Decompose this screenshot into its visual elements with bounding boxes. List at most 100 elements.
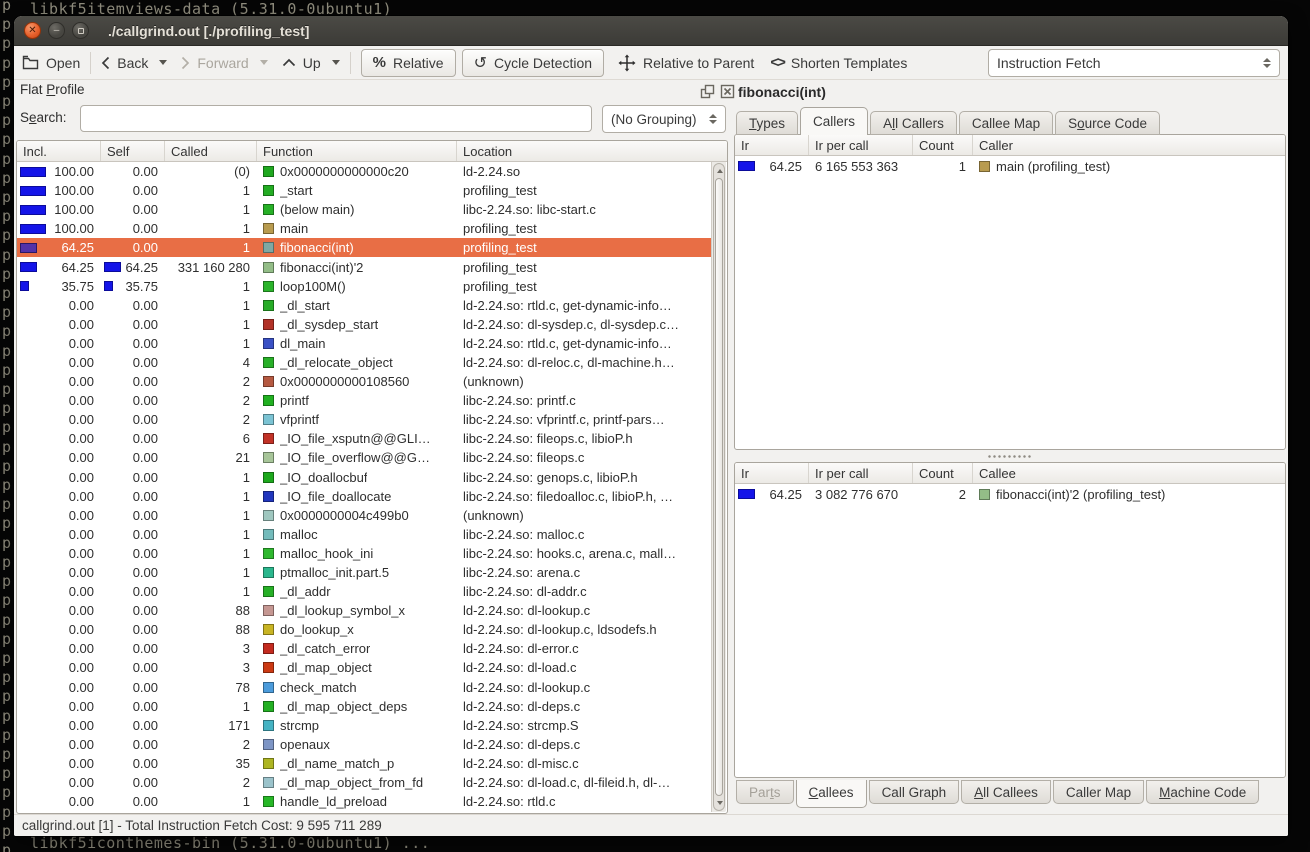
table-row[interactable]: 0.000.002_dl_map_object_from_fdld-2.24.s… <box>17 773 711 792</box>
table-row[interactable]: 100.000.00(0)0x0000000000000c20ld-2.24.s… <box>17 162 711 181</box>
window-maximize-button[interactable] <box>72 22 89 39</box>
table-row[interactable]: 0.000.003_dl_map_objectld-2.24.so: dl-lo… <box>17 658 711 677</box>
column-header-ir[interactable]: Ir <box>735 463 809 483</box>
column-header-called[interactable]: Called <box>165 141 257 161</box>
function-color-icon <box>263 662 274 673</box>
tab-callers[interactable]: Callers <box>800 107 868 135</box>
relative-toggle-button[interactable]: % Relative <box>361 49 456 77</box>
function-color-icon <box>263 433 274 444</box>
table-row[interactable]: 64.2564.25331 160 280fibonacci(int)'2pro… <box>17 257 711 276</box>
table-row[interactable]: 64.250.001fibonacci(int)profiling_test <box>17 238 711 257</box>
table-row[interactable]: 0.000.00171strcmpld-2.24.so: strcmp.S <box>17 716 711 735</box>
open-button[interactable]: Open <box>22 55 80 71</box>
table-row[interactable]: 0.000.0035_dl_name_match_pld-2.24.so: dl… <box>17 754 711 773</box>
relative-to-parent-toggle[interactable]: Relative to Parent <box>618 54 754 72</box>
function-color-icon <box>263 796 274 807</box>
table-row[interactable]: 64.256 165 553 3631main (profiling_test) <box>735 156 1285 176</box>
table-row[interactable]: 0.000.001handle_ld_preloadld-2.24.so: rt… <box>17 792 711 811</box>
table-row[interactable]: 100.000.001_startprofiling_test <box>17 181 711 200</box>
tab-types[interactable]: Types <box>736 111 798 135</box>
tab-machine-code[interactable]: Machine Code <box>1146 780 1259 804</box>
table-row[interactable]: 0.000.002vfprintflibc-2.24.so: vfprintf.… <box>17 410 711 429</box>
table-row[interactable]: 0.000.0010x0000000004c499b0(unknown) <box>17 506 711 525</box>
tab-all-callees[interactable]: All Callees <box>961 780 1051 804</box>
column-header-count[interactable]: Count <box>913 463 973 483</box>
function-color-icon <box>263 567 274 578</box>
tab-callees[interactable]: Callees <box>796 780 867 808</box>
back-button[interactable]: Back <box>101 55 167 71</box>
callees-table-header[interactable]: IrIr per callCountCallee <box>735 463 1285 484</box>
table-row[interactable]: 0.000.0020x0000000000108560(unknown) <box>17 372 711 391</box>
table-row[interactable]: 100.000.001(below main)libc-2.24.so: lib… <box>17 200 711 219</box>
table-row[interactable]: 100.000.001mainprofiling_test <box>17 219 711 238</box>
terminal-left-column: p p p p p p p p p p p p p p p p p p p p … <box>2 0 12 852</box>
table-row[interactable]: 0.000.0088do_lookup_xld-2.24.so: dl-look… <box>17 620 711 639</box>
forward-dropdown-arrow[interactable] <box>260 60 268 65</box>
table-row[interactable]: 0.000.001dl_mainld-2.24.so: rtld.c, get-… <box>17 334 711 353</box>
scrollbar-thumb[interactable] <box>715 178 723 796</box>
table-row[interactable]: 0.000.001_dl_map_object_depsld-2.24.so: … <box>17 697 711 716</box>
tab-call-graph[interactable]: Call Graph <box>869 780 960 804</box>
table-row[interactable]: 0.000.0021_IO_file_overflow@@G…libc-2.24… <box>17 448 711 467</box>
tab-caller-map[interactable]: Caller Map <box>1053 780 1144 804</box>
table-row[interactable]: 0.000.002openauxld-2.24.so: dl-deps.c <box>17 735 711 754</box>
table-row[interactable]: 0.000.003_dl_catch_errorld-2.24.so: dl-e… <box>17 639 711 658</box>
table-row[interactable]: 0.000.004_dl_relocate_objectld-2.24.so: … <box>17 353 711 372</box>
tab-all-callers[interactable]: All Callers <box>870 111 957 135</box>
grip-dots-icon <box>987 454 1033 459</box>
table-row[interactable]: 0.000.001_dl_addrlibc-2.24.so: dl-addr.c <box>17 582 711 601</box>
column-header-location[interactable]: Location <box>457 141 727 161</box>
search-input[interactable] <box>80 105 592 132</box>
grouping-select[interactable]: (No Grouping) <box>602 105 726 133</box>
table-row[interactable]: 0.000.001malloc_hook_inilibc-2.24.so: ho… <box>17 544 711 563</box>
table-row[interactable]: 0.000.001malloclibc-2.24.so: malloc.c <box>17 525 711 544</box>
column-header-count[interactable]: Count <box>913 135 973 155</box>
dock-float-icon[interactable] <box>700 84 715 99</box>
vertical-scrollbar[interactable] <box>711 162 726 812</box>
scroll-down-arrow-icon[interactable] <box>717 801 723 805</box>
column-header-function[interactable]: Function <box>257 141 457 161</box>
column-header-irpercall[interactable]: Ir per call <box>809 135 913 155</box>
table-row[interactable]: 35.7535.751loop100M()profiling_test <box>17 277 711 296</box>
toolbar-separator <box>350 52 351 74</box>
column-header-caller[interactable]: Caller <box>973 135 1285 155</box>
window-close-button[interactable]: ✕ <box>24 22 41 39</box>
table-row[interactable]: 0.000.001_dl_sysdep_startld-2.24.so: dl-… <box>17 315 711 334</box>
window-minimize-button[interactable]: – <box>48 22 65 39</box>
shorten-templates-toggle[interactable]: <> Shorten Templates <box>770 54 907 71</box>
tab-source-code[interactable]: Source Code <box>1055 111 1160 135</box>
table-row[interactable]: 0.000.001_dl_startld-2.24.so: rtld.c, ge… <box>17 296 711 315</box>
table-row[interactable]: 0.000.001_IO_doallocbuflibc-2.24.so: gen… <box>17 468 711 487</box>
table-row[interactable]: 0.000.0078check_matchld-2.24.so: dl-look… <box>17 678 711 697</box>
column-header-ir[interactable]: Ir <box>735 135 809 155</box>
function-color-icon <box>263 376 274 387</box>
table-row[interactable]: 0.000.001ptmalloc_init.part.5libc-2.24.s… <box>17 563 711 582</box>
splitter-handle[interactable] <box>734 450 1286 462</box>
column-header-callee[interactable]: Callee <box>973 463 1285 483</box>
table-row[interactable]: 0.000.006_IO_file_xsputn@@GLI…libc-2.24.… <box>17 429 711 448</box>
cost-bar <box>104 262 121 272</box>
flat-profile-table-header[interactable]: Incl.SelfCalledFunctionLocation <box>17 141 727 162</box>
window-titlebar[interactable]: ✕ – ./callgrind.out [./profiling_test] <box>14 16 1288 46</box>
table-row[interactable]: 0.000.002printflibc-2.24.so: printf.c <box>17 391 711 410</box>
column-header-self[interactable]: Self <box>101 141 165 161</box>
up-button[interactable]: Up <box>282 55 340 71</box>
forward-button[interactable]: Forward <box>181 55 267 71</box>
scroll-up-arrow-icon[interactable] <box>717 169 723 173</box>
event-type-select[interactable]: Instruction Fetch <box>988 49 1280 77</box>
tab-callee-map[interactable]: Callee Map <box>959 111 1053 135</box>
combo-spinner-icon <box>701 114 717 124</box>
table-row[interactable]: 0.000.001_IO_file_doallocatelibc-2.24.so… <box>17 487 711 506</box>
cycle-detection-toggle-button[interactable]: ↺ Cycle Detection <box>462 49 604 77</box>
kcachegrind-window: ✕ – ./callgrind.out [./profiling_test] O… <box>14 16 1288 836</box>
callers-table-header[interactable]: IrIr per callCountCaller <box>735 135 1285 156</box>
up-dropdown-arrow[interactable] <box>332 60 340 65</box>
cost-bar <box>20 205 46 215</box>
table-row[interactable]: 0.000.0088_dl_lookup_symbol_xld-2.24.so:… <box>17 601 711 620</box>
column-header-incl[interactable]: Incl. <box>17 141 101 161</box>
toolbar-separator <box>90 52 91 74</box>
table-row[interactable]: 64.253 082 776 6702fibonacci(int)'2 (pro… <box>735 484 1285 504</box>
selected-function-title: fibonacci(int) <box>738 84 826 100</box>
column-header-irpercall[interactable]: Ir per call <box>809 463 913 483</box>
back-dropdown-arrow[interactable] <box>159 60 167 65</box>
